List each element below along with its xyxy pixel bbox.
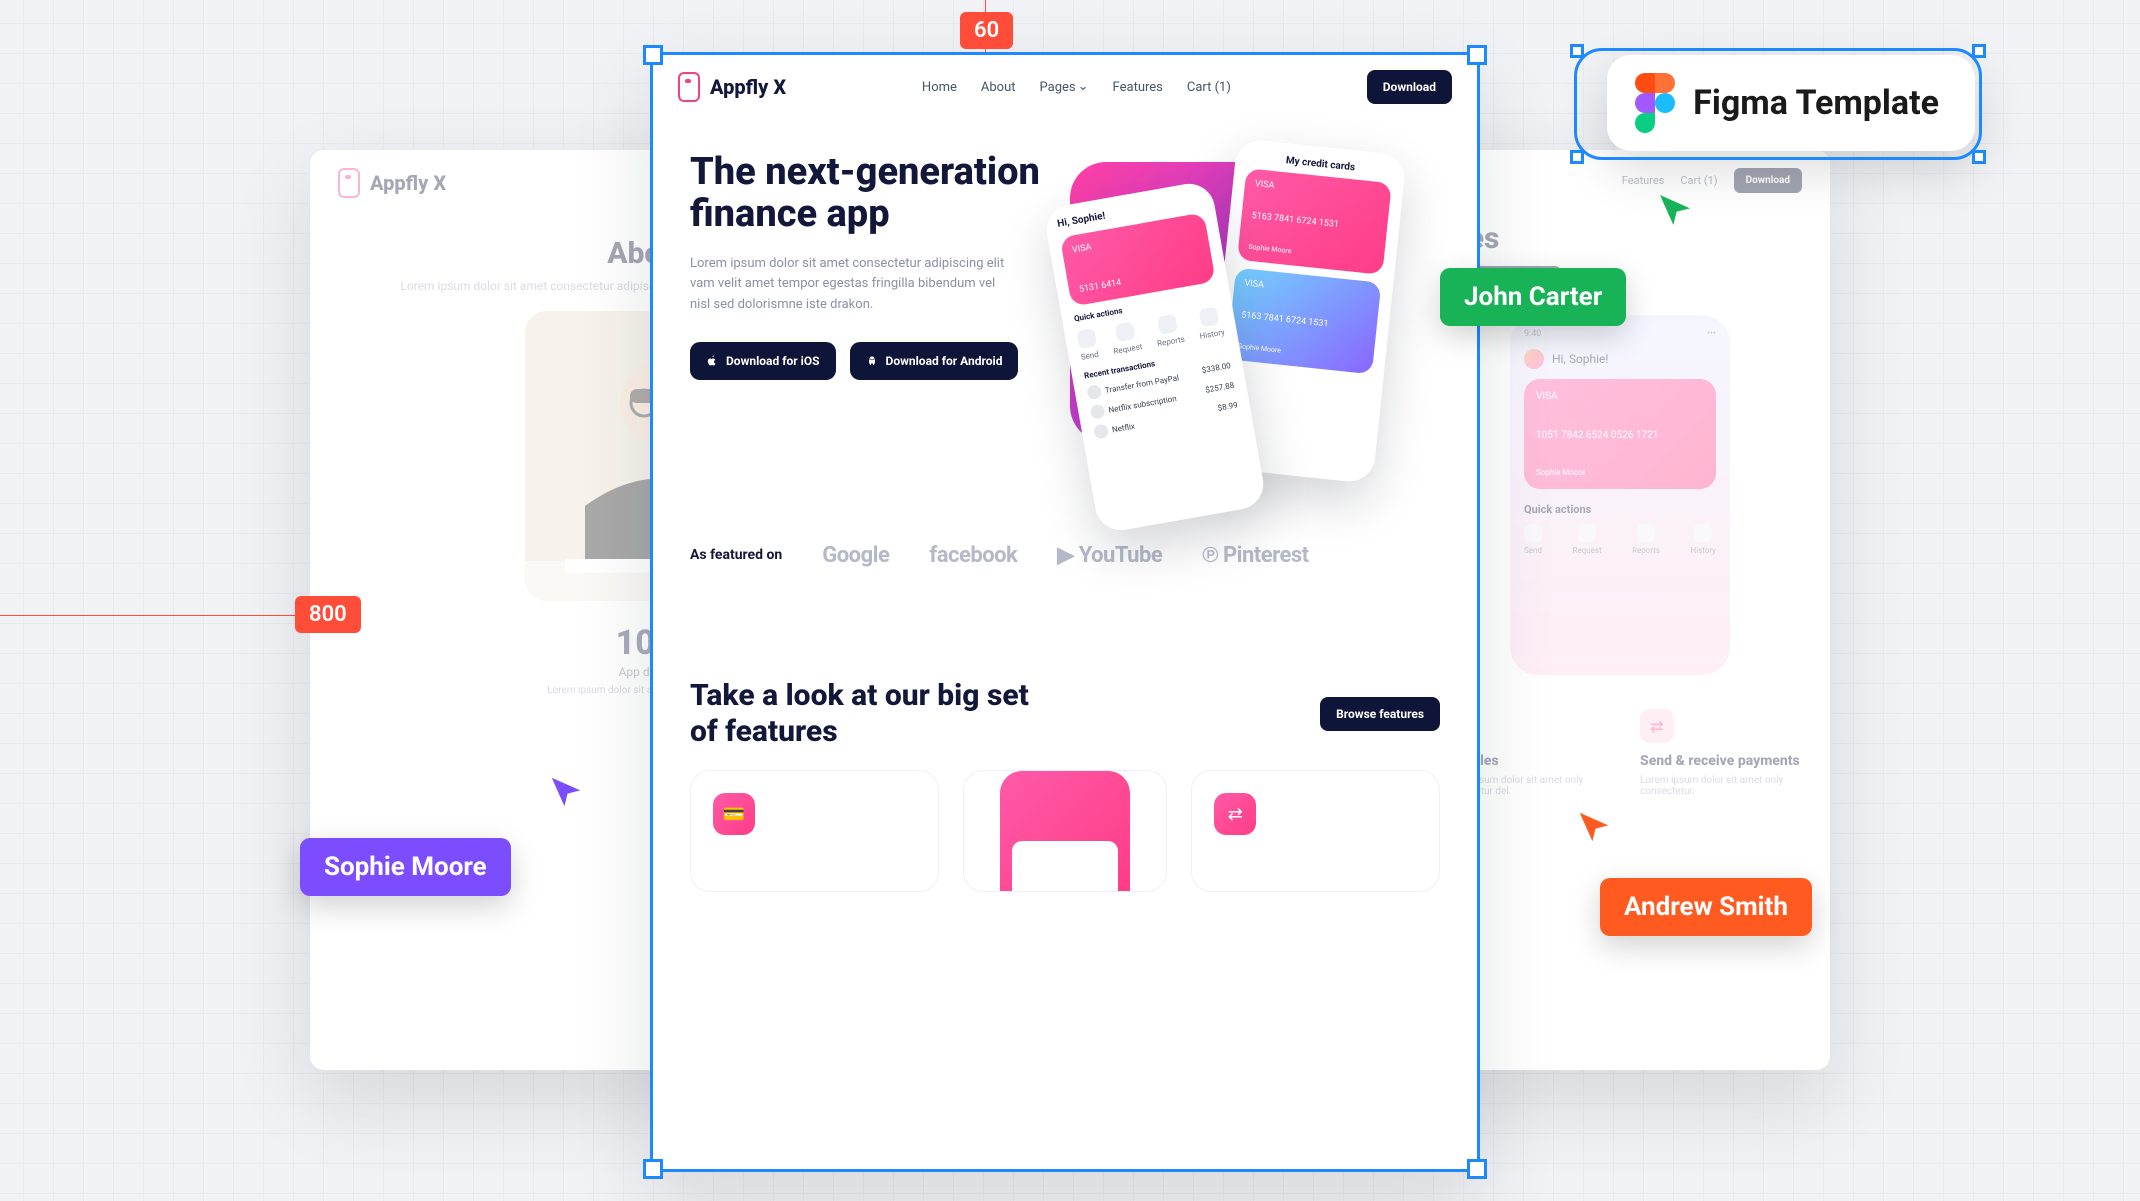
qa-reports: Reports: [1632, 546, 1660, 555]
site-nav: Appfly X Home About Pages⌄ Features Cart…: [650, 52, 1480, 122]
visa-name2: Sophie Moore: [1238, 342, 1364, 363]
visa-number: 1051 7842 6524 0526 1721: [1536, 430, 1704, 441]
ruler-badge-top: 60: [960, 12, 1013, 49]
visa-card-blue: VISA 5163 7841 6724 1531 Sophie Moore: [1227, 268, 1382, 375]
chevron-down-icon: ⌄: [1078, 79, 1089, 94]
qa-icon: [1157, 314, 1178, 335]
visa-name: Sophie Moore: [1536, 468, 1704, 477]
feature-card-transfer[interactable]: ⇄: [1191, 770, 1440, 892]
qa-send: Send: [1080, 350, 1099, 362]
brand-text: Appfly X: [710, 75, 786, 99]
brand-text: Appfly X: [370, 171, 446, 195]
visa-name: Sophie Moore: [1248, 243, 1374, 264]
qa-icon: [1076, 328, 1097, 349]
visa-number: 5163 7841 6724 1531: [1251, 211, 1377, 234]
qa-request: Request: [1113, 342, 1143, 356]
nav-features[interactable]: Features: [1622, 174, 1665, 187]
wallet-icon: 💳: [713, 793, 755, 835]
features-heading-fragment: ures: [1440, 221, 1800, 256]
qa-history: History: [1691, 546, 1716, 555]
download-button[interactable]: Download: [1367, 70, 1452, 104]
cursor-sophie-icon: [547, 773, 585, 811]
apple-icon: [706, 355, 718, 367]
qa-history: History: [1199, 328, 1226, 341]
qa-reports: Reports: [1156, 335, 1185, 349]
payments-icon: ⇄: [1640, 709, 1674, 743]
logo-facebook: facebook: [929, 543, 1017, 568]
brand-logo-icon: [338, 168, 360, 198]
visa-card-pink: VISA 5163 7841 6724 1531 Sophie Moore: [1237, 168, 1392, 275]
nav-pages[interactable]: Pages⌄: [1040, 80, 1089, 95]
download-button[interactable]: Download: [1734, 168, 1802, 193]
nav-links: Home About Pages⌄ Features Cart (1): [922, 80, 1231, 95]
feature-cards: 💳 ⇄: [650, 770, 1480, 892]
features-title: Take a look at our big set of features: [690, 678, 1030, 750]
qa-reports-icon[interactable]: [1637, 524, 1655, 542]
frame-home-selected[interactable]: Appfly X Home About Pages⌄ Features Cart…: [650, 52, 1480, 1172]
qa-request-icon[interactable]: [1578, 524, 1596, 542]
qa-history-icon[interactable]: [1694, 524, 1712, 542]
nav-cart[interactable]: Cart (1): [1187, 80, 1231, 95]
phone-mock-right: 9:40 ••• Hi, Sophie! VISA 1051 7842 6524 …: [1510, 315, 1730, 675]
ruler-badge-left: 800: [295, 596, 361, 633]
phone-time: 9:40: [1524, 329, 1541, 339]
visa-mini-label: VISA: [1071, 224, 1197, 256]
cta-ios-label: Download for iOS: [726, 354, 820, 368]
featured-label: As featured on: [690, 547, 782, 563]
cta-android[interactable]: Download for Android: [850, 342, 1019, 380]
qa-icon: [1114, 321, 1135, 342]
brand-logo-icon: [678, 72, 700, 102]
logo-google: Google: [822, 543, 889, 568]
feature-card-wallet[interactable]: 💳: [690, 770, 939, 892]
nav-home[interactable]: Home: [922, 80, 957, 95]
browse-features-button[interactable]: Browse features: [1320, 697, 1440, 731]
collab-tag-sophie[interactable]: Sophie Moore: [300, 838, 511, 896]
feature-payments-desc: Lorem ipsum dolor sit amet only consecte…: [1640, 775, 1800, 797]
visa-number2: 5163 7841 6724 1531: [1241, 310, 1367, 333]
collab-tag-john[interactable]: John Carter: [1440, 268, 1626, 326]
features-header: Take a look at our big set of features B…: [650, 678, 1480, 770]
figma-template-tag[interactable]: Figma Template: [1607, 55, 1975, 151]
figma-tag-label: Figma Template: [1693, 83, 1939, 123]
hero: The next-generation finance app Lorem ip…: [650, 122, 1480, 492]
featured-row: As featured on Google facebook YouTube P…: [650, 492, 1480, 618]
phone-status-icons: •••: [1707, 329, 1716, 339]
hero-illustration: My credit cards VISA 5163 7841 6724 1531…: [1070, 152, 1440, 492]
brand[interactable]: Appfly X: [338, 168, 446, 198]
figma-logo-icon: [1635, 73, 1675, 133]
logo-youtube: YouTube: [1057, 543, 1162, 568]
cta-android-label: Download for Android: [886, 354, 1003, 368]
visa-card: VISA 1051 7842 6524 0526 1721 Sophie Moo…: [1524, 379, 1716, 489]
nav-about[interactable]: About: [981, 80, 1016, 95]
collab-tag-andrew[interactable]: Andrew Smith: [1600, 878, 1812, 936]
hero-lead: Lorem ipsum dolor sit amet consectetur a…: [690, 254, 1010, 316]
avatar: [1524, 349, 1544, 369]
phone-hello: Hi, Sophie!: [1552, 352, 1609, 366]
cta-ios[interactable]: Download for iOS: [690, 342, 836, 380]
qa-send-icon[interactable]: [1524, 524, 1542, 542]
feature-card-phone[interactable]: [963, 770, 1168, 892]
phone-mini-icon: [1000, 771, 1130, 891]
cursor-john-icon: [1655, 190, 1695, 230]
logo-pinterest: Pinterest: [1202, 542, 1308, 568]
feature-payments: ⇄ Send & receive payments Lorem ipsum do…: [1640, 709, 1800, 797]
quick-actions-label: Quick actions: [1524, 503, 1716, 516]
visa-label2: VISA: [1244, 279, 1370, 302]
feature-payments-title: Send & receive payments: [1640, 753, 1800, 769]
android-icon: [866, 355, 878, 367]
visa-label: VISA: [1536, 391, 1704, 402]
qa-send: Send: [1524, 546, 1542, 555]
figma-canvas[interactable]: 60 800 Appfly X Home About About o Lorem…: [0, 0, 2140, 1201]
transfer-icon: ⇄: [1214, 793, 1256, 835]
brand[interactable]: Appfly X: [678, 72, 786, 102]
qa-icon: [1199, 307, 1220, 328]
qa-request: Request: [1573, 546, 1602, 555]
hero-title: The next-generation finance app: [690, 152, 1050, 236]
visa-mini-num: 5131 6414: [1078, 263, 1204, 295]
nav-features[interactable]: Features: [1113, 80, 1163, 95]
nav-cart[interactable]: Cart (1): [1680, 174, 1717, 187]
cursor-andrew-icon: [1575, 808, 1613, 846]
visa-label: VISA: [1254, 179, 1380, 202]
